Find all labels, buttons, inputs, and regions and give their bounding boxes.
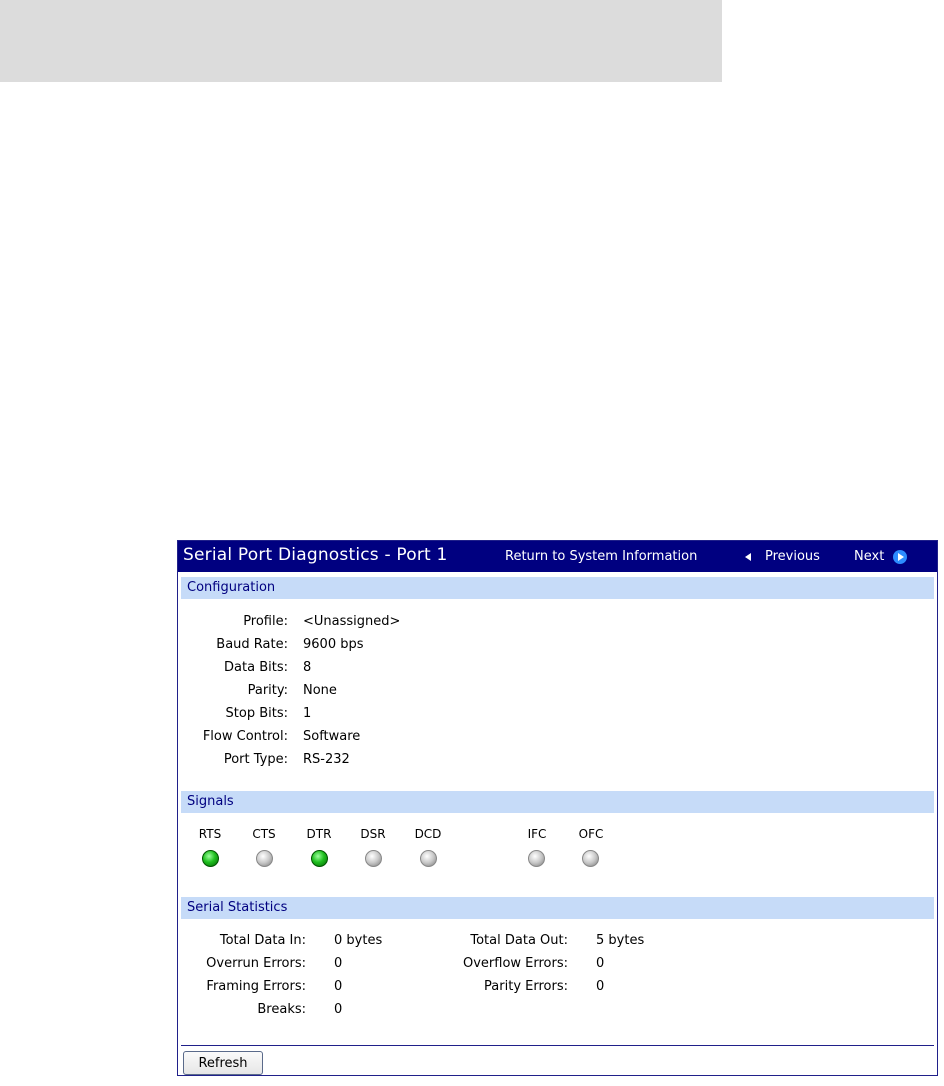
stat-label: Breaks: [257,1002,306,1017]
statistics-header: Serial Statistics [181,897,934,919]
config-label: Stop Bits: [225,706,288,721]
stat-value: 0 bytes [334,933,383,948]
previous-label: Previous [765,549,820,564]
config-value: None [303,683,337,698]
return-to-system-info-link[interactable]: Return to System Information [505,549,697,564]
stat-label: Parity Errors: [484,979,568,994]
config-value: 9600 bps [303,637,364,652]
config-value: <Unassigned> [303,614,401,629]
signal-label-rts: RTS [198,827,222,841]
signal-label-ofc: OFC [578,827,604,841]
signal-led-ofc [582,850,599,867]
config-label: Parity: [247,683,288,698]
signal-led-ifc [528,850,545,867]
signal-label-cts: CTS [252,827,276,841]
signal-label-dtr: DTR [306,827,332,841]
arrow-right-circle-icon [893,549,908,564]
stat-label: Total Data In: [219,933,306,948]
config-value: 8 [303,660,312,675]
stat-value: 0 [596,956,605,971]
signal-led-cts [256,850,273,867]
page-title: Serial Port Diagnostics - Port 1 [183,545,448,565]
refresh-button[interactable]: Refresh [183,1051,263,1075]
signal-led-dsr [365,850,382,867]
signal-led-dcd [420,850,437,867]
stat-value: 0 [596,979,605,994]
signal-label-dsr: DSR [360,827,386,841]
arrow-left-icon [745,552,751,561]
configuration-header: Configuration [181,577,934,599]
serial-diagnostics-panel: Serial Port Diagnostics - Port 1 Return … [177,540,938,1076]
config-label: Flow Control: [202,729,288,744]
config-value: 1 [303,706,312,721]
top-header-bar [0,0,722,82]
stat-label: Overrun Errors: [206,956,306,971]
config-value: RS-232 [303,752,350,767]
previous-link[interactable]: Previous [745,549,820,564]
signal-label-ifc: IFC [527,827,547,841]
stat-value: 0 [334,1002,343,1017]
stat-value: 5 bytes [596,933,645,948]
stat-label: Overflow Errors: [462,956,568,971]
config-label: Port Type: [223,752,288,767]
stat-value: 0 [334,979,343,994]
signals-header: Signals [181,791,934,813]
stat-label: Framing Errors: [206,979,306,994]
config-label: Profile: [243,614,288,629]
footer-divider [181,1045,934,1046]
signal-led-dtr [311,850,328,867]
config-label: Data Bits: [224,660,288,675]
title-bar: Serial Port Diagnostics - Port 1 Return … [178,541,937,572]
signal-label-dcd: DCD [414,827,442,841]
next-link[interactable]: Next [854,549,908,564]
config-value: Software [303,729,361,744]
stat-value: 0 [334,956,343,971]
config-label: Baud Rate: [216,637,288,652]
stat-label: Total Data Out: [470,933,568,948]
signal-led-rts [202,850,219,867]
next-label: Next [854,549,885,564]
